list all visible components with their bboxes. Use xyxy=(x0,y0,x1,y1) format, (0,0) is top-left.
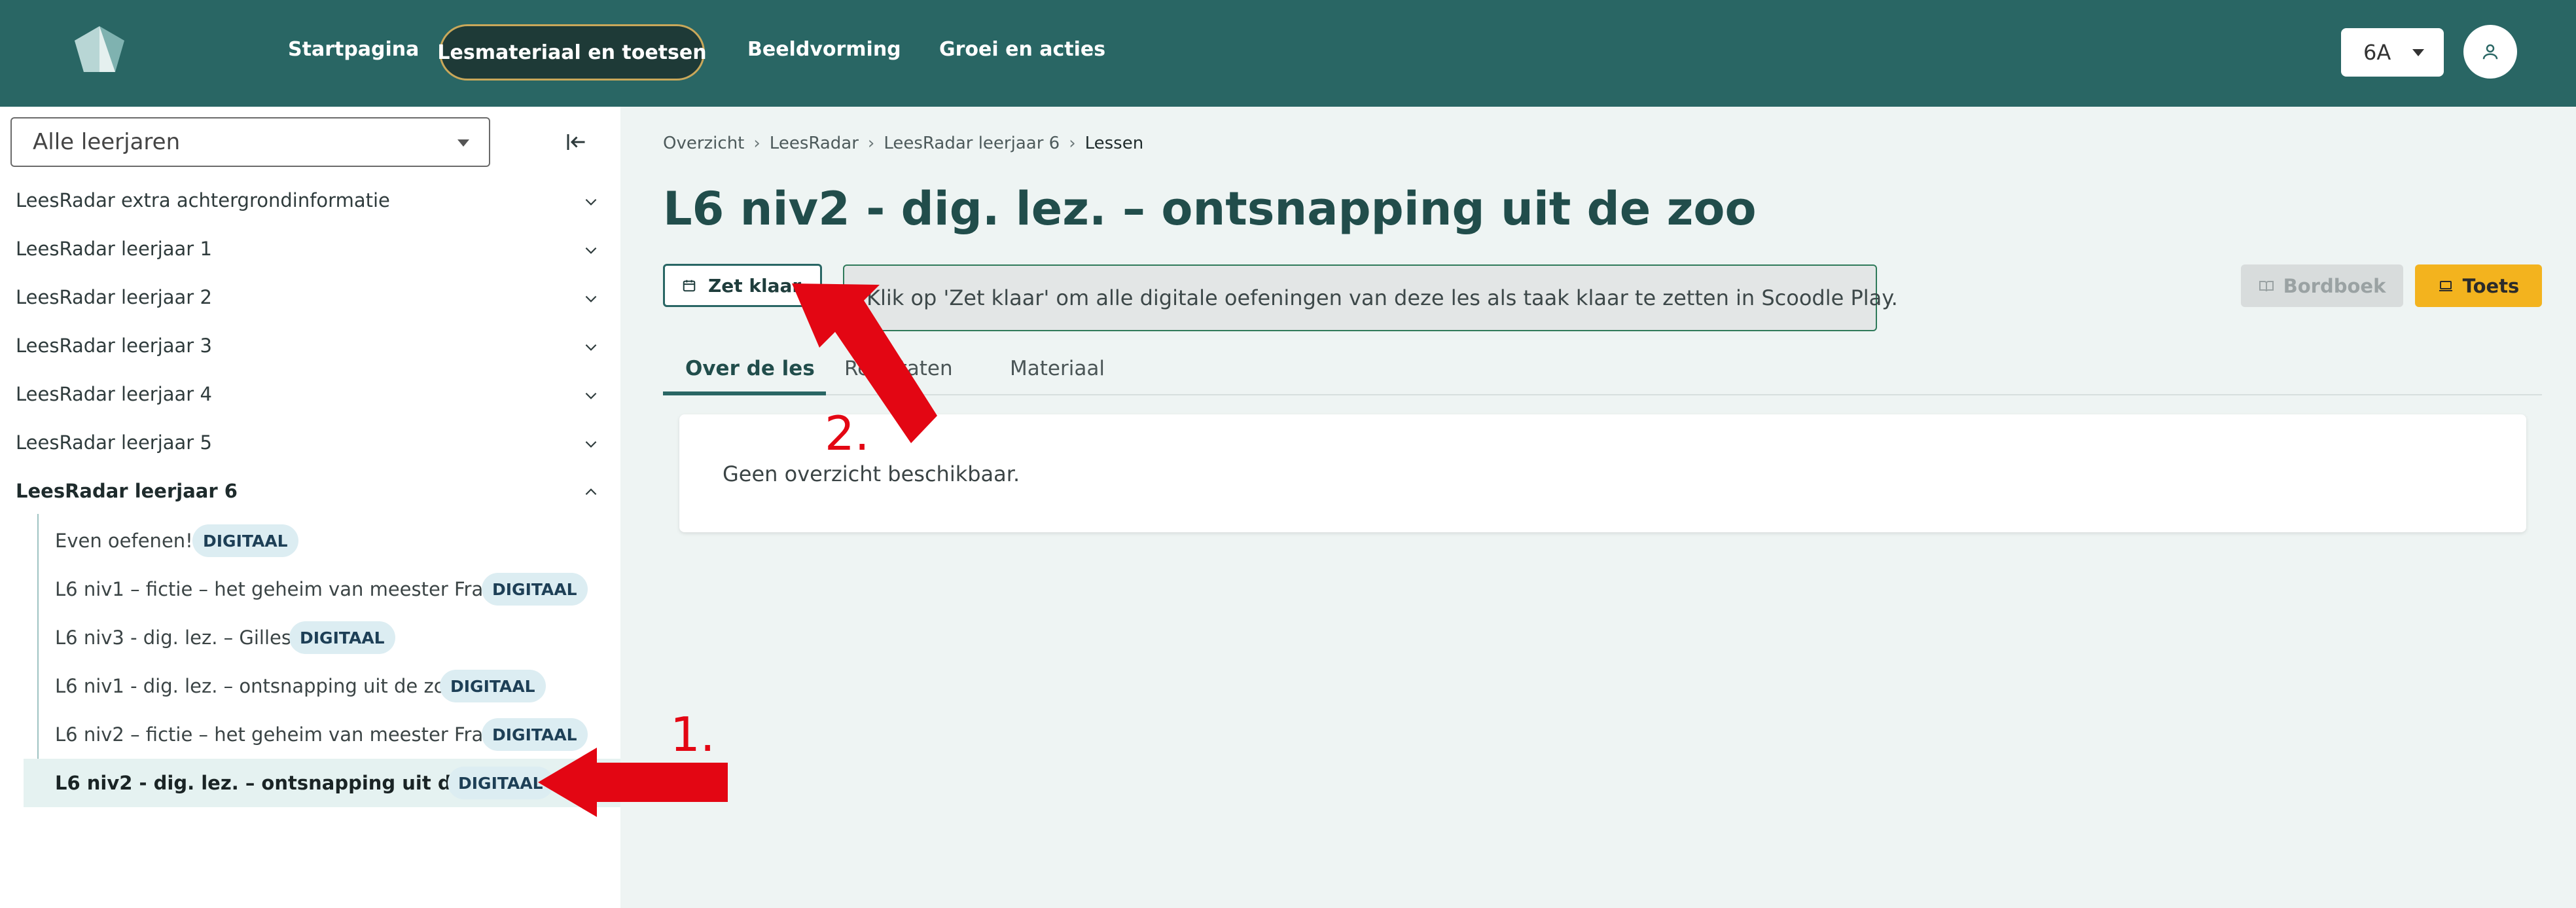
caret-down-icon xyxy=(457,139,469,147)
lesson-label: L6 niv2 - dig. lez. – ontsnapping uit de… xyxy=(55,772,509,794)
user-icon xyxy=(2482,44,2498,60)
lesson-item[interactable]: Even oefenen! DIGITAAL xyxy=(24,517,620,565)
sidebar-category[interactable]: LeesRadar leerjaar 3 xyxy=(0,323,620,371)
collapse-sidebar-button[interactable] xyxy=(558,124,594,160)
lesson-item-active[interactable]: L6 niv2 - dig. lez. – ontsnapping uit de… xyxy=(24,759,620,807)
sidebar-category[interactable]: LeesRadar extra achtergrondinformatie xyxy=(0,177,620,226)
bordboek-label: Bordboek xyxy=(2283,274,2386,297)
sidebar-category[interactable]: LeesRadar leerjaar 1 xyxy=(0,226,620,274)
lesson-label: L6 niv3 - dig. lez. – Gilles xyxy=(55,627,291,649)
sidebar-category-label: LeesRadar leerjaar 1 xyxy=(16,238,212,260)
collapse-left-icon xyxy=(567,134,585,150)
calendar-icon xyxy=(683,280,696,292)
lesson-label: L6 niv1 – fictie – het geheim van meeste… xyxy=(55,578,505,600)
book-icon xyxy=(2259,280,2274,291)
annotation-step-2: 2. xyxy=(825,406,870,461)
sidebar-category[interactable]: LeesRadar leerjaar 2 xyxy=(0,274,620,323)
sidebar-category-expanded[interactable]: LeesRadar leerjaar 6 xyxy=(0,468,620,517)
sidebar-category-label: LeesRadar leerjaar 4 xyxy=(16,383,212,405)
nav-lesmateriaal-en-toetsen[interactable]: Lesmateriaal en toetsen xyxy=(437,24,707,81)
chevron-up-icon xyxy=(585,488,597,496)
class-select[interactable]: 6A xyxy=(2341,28,2444,77)
sidebar-category-label: LeesRadar leerjaar 5 xyxy=(16,431,212,454)
page-title: L6 niv2 - dig. lez. – ontsnapping uit de… xyxy=(663,182,1757,236)
breadcrumb-link[interactable]: LeesRadar leerjaar 6 xyxy=(884,134,1060,153)
class-select-value: 6A xyxy=(2363,40,2391,65)
toets-label: Toets xyxy=(2462,274,2520,297)
digitaal-badge: DIGITAAL xyxy=(289,621,395,654)
year-select-value: Alle leerjaren xyxy=(33,129,181,155)
digitaal-badge: DIGITAAL xyxy=(192,524,298,557)
digitaal-badge: DIGITAAL xyxy=(482,573,588,606)
caret-down-icon xyxy=(2412,49,2424,56)
breadcrumb-separator: › xyxy=(1069,134,1076,153)
lesson-label: Even oefenen! xyxy=(55,530,193,552)
sidebar-category[interactable]: LeesRadar leerjaar 5 xyxy=(0,420,620,468)
breadcrumb-current: Lessen xyxy=(1084,134,1144,153)
bordboek-button[interactable]: Bordboek xyxy=(2241,264,2403,307)
lesson-label: L6 niv1 - dig. lez. – ontsnapping uit de… xyxy=(55,675,457,697)
user-avatar-button[interactable] xyxy=(2463,25,2517,79)
toets-button[interactable]: Toets xyxy=(2415,264,2542,307)
chevron-down-icon xyxy=(585,441,597,448)
chevron-down-icon xyxy=(585,295,597,302)
lesson-item[interactable]: L6 niv1 - dig. lez. – ontsnapping uit de… xyxy=(24,662,620,710)
chevron-down-icon xyxy=(585,247,597,254)
overview-card: Geen overzicht beschikbaar. xyxy=(679,414,2526,532)
breadcrumb-separator: › xyxy=(753,134,760,153)
laptop-icon xyxy=(2439,280,2452,291)
breadcrumb-link[interactable]: LeesRadar xyxy=(770,134,859,153)
logo-icon[interactable] xyxy=(72,25,127,73)
zet-klaar-tooltip: Klik op 'Zet klaar' om alle digitale oef… xyxy=(843,264,1898,331)
overview-text: Geen overzicht beschikbaar. xyxy=(723,462,1020,486)
tab-materiaal[interactable]: Materiaal xyxy=(1010,357,1105,380)
lesson-label: L6 niv2 – fictie – het geheim van meeste… xyxy=(55,723,505,746)
zet-klaar-label: Zet klaar xyxy=(708,274,802,297)
sidebar-category-label: LeesRadar extra achtergrondinformatie xyxy=(16,189,390,211)
sidebar: Alle leerjaren LeesRadar extra achtergro… xyxy=(0,107,620,908)
breadcrumb: Overzicht › LeesRadar › LeesRadar leerjaar 6… xyxy=(663,134,1143,153)
sidebar-category-label: LeesRadar leerjaar 2 xyxy=(16,286,212,308)
chevron-down-icon xyxy=(585,344,597,351)
top-navigation-bar: Startpagina Lesmateriaal en toetsen Beel… xyxy=(0,0,2576,107)
chevron-down-icon xyxy=(585,392,597,399)
annotation-step-1: 1. xyxy=(670,707,715,762)
digitaal-badge: DIGITAAL xyxy=(440,670,546,702)
lesson-item[interactable]: L6 niv2 – fictie – het geheim van meeste… xyxy=(24,710,620,759)
nav-startpagina[interactable]: Startpagina xyxy=(288,38,419,61)
nav-groei-en-acties[interactable]: Groei en acties xyxy=(939,38,1105,61)
chevron-down-icon xyxy=(585,198,597,206)
sidebar-category[interactable]: LeesRadar leerjaar 4 xyxy=(0,371,620,420)
nav-beeldvorming[interactable]: Beeldvorming xyxy=(747,38,901,61)
breadcrumb-link[interactable]: Overzicht xyxy=(663,134,744,153)
breadcrumb-separator: › xyxy=(867,134,875,153)
lesson-item[interactable]: L6 niv1 – fictie – het geheim van meeste… xyxy=(24,565,620,613)
year-select[interactable]: Alle leerjaren xyxy=(10,117,490,167)
sidebar-category-label: LeesRadar leerjaar 3 xyxy=(16,335,212,357)
sidebar-category-label: LeesRadar leerjaar 6 xyxy=(16,480,238,502)
lesson-item[interactable]: L6 niv3 - dig. lez. – Gilles DIGITAAL xyxy=(24,613,620,662)
